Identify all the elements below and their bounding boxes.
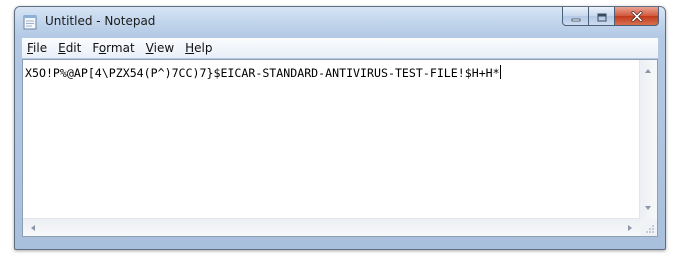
menu-format[interactable]: Format bbox=[87, 38, 140, 58]
title-bar[interactable]: Untitled - Notepad bbox=[15, 7, 665, 37]
caption-buttons bbox=[562, 7, 659, 27]
close-button[interactable] bbox=[615, 7, 659, 26]
notepad-icon bbox=[23, 14, 37, 30]
scroll-down-icon[interactable] bbox=[645, 206, 651, 210]
minimize-icon bbox=[571, 7, 581, 26]
scroll-up-icon[interactable] bbox=[645, 69, 651, 73]
vertical-scrollbar[interactable] bbox=[639, 60, 657, 219]
menu-edit[interactable]: Edit bbox=[53, 38, 87, 58]
editor: X5O!P%@AP[4\PZX54(P^)7CC)7}$EICAR-STANDA… bbox=[22, 59, 658, 237]
menu-bar: File Edit Format View Help bbox=[22, 38, 658, 58]
document-text: X5O!P%@AP[4\PZX54(P^)7CC)7}$EICAR-STANDA… bbox=[25, 66, 500, 80]
close-icon bbox=[631, 7, 643, 26]
text-caret bbox=[499, 65, 501, 79]
maximize-button[interactable] bbox=[589, 7, 615, 26]
menu-file[interactable]: File bbox=[22, 38, 53, 58]
resize-grip-icon bbox=[646, 225, 654, 233]
window-title: Untitled - Notepad bbox=[45, 14, 156, 28]
scroll-left-icon[interactable] bbox=[31, 225, 35, 231]
text-area[interactable]: X5O!P%@AP[4\PZX54(P^)7CC)7}$EICAR-STANDA… bbox=[23, 60, 640, 219]
size-grip[interactable] bbox=[640, 219, 657, 236]
scroll-right-icon[interactable] bbox=[628, 225, 632, 231]
horizontal-scrollbar[interactable] bbox=[23, 218, 640, 236]
notepad-window: Untitled - Notepad File Edit Format View… bbox=[14, 6, 666, 250]
minimize-button[interactable] bbox=[562, 7, 589, 26]
maximize-icon bbox=[597, 7, 607, 26]
menu-help[interactable]: Help bbox=[180, 38, 218, 58]
menu-view[interactable]: View bbox=[141, 38, 180, 58]
